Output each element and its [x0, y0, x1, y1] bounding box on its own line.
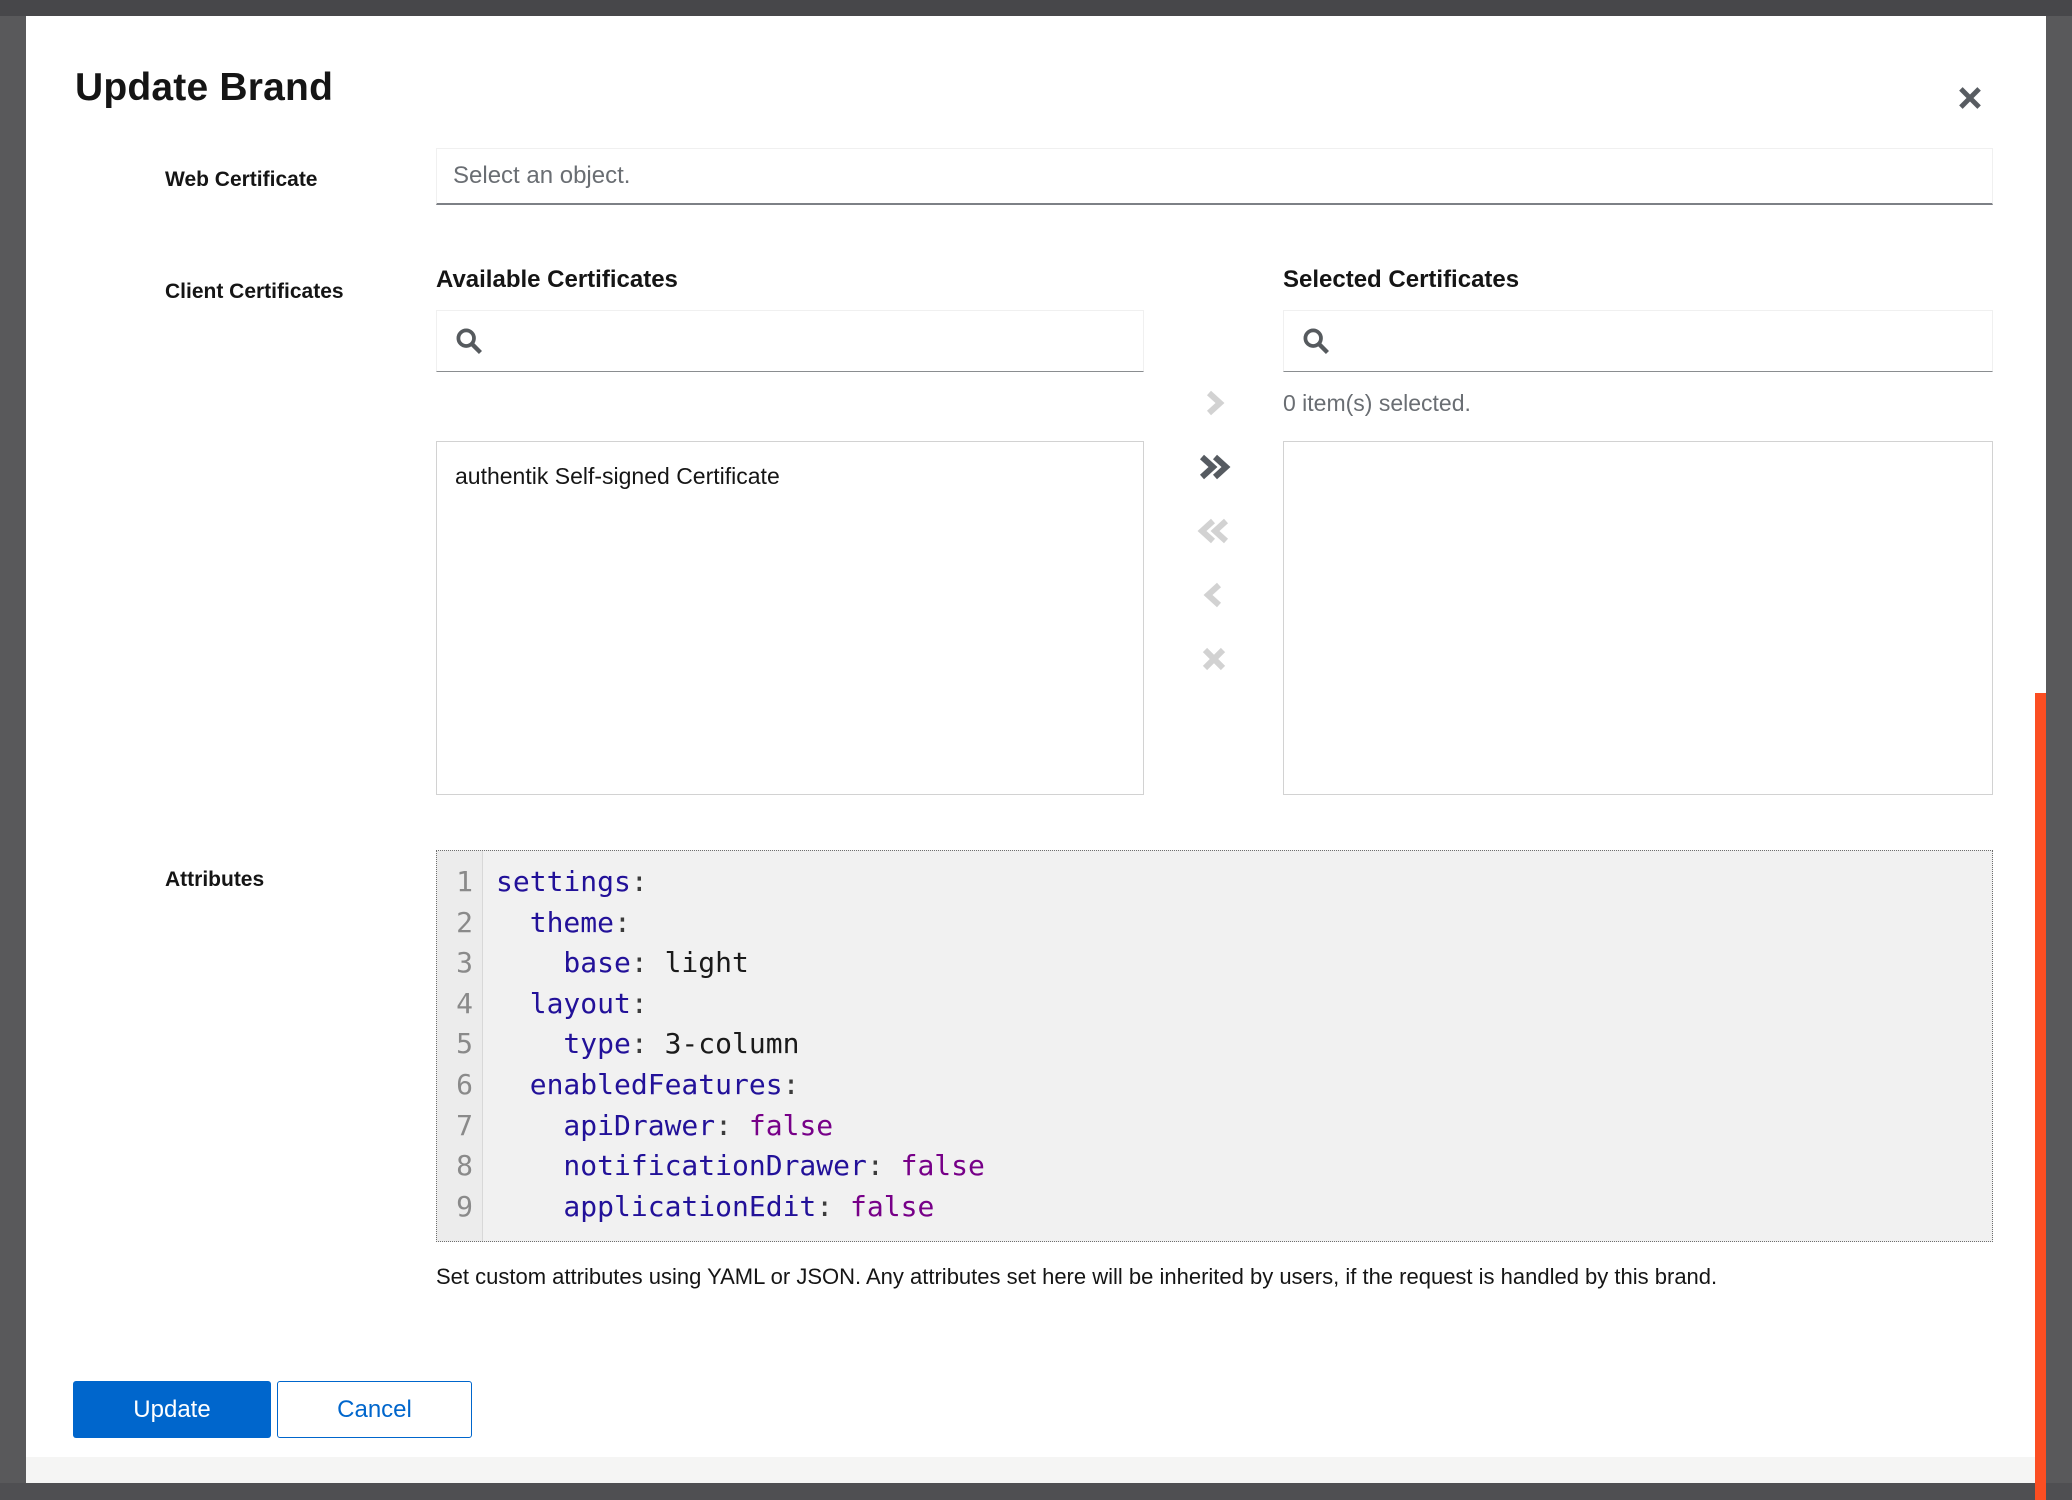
- available-certificates-heading: Available Certificates: [436, 263, 1144, 297]
- move-selected-right-button[interactable]: [1190, 379, 1238, 427]
- available-certificates-pane: Available Certificates authentik Self-si…: [436, 263, 1144, 827]
- cancel-button[interactable]: Cancel: [277, 1381, 472, 1438]
- line-number: 1: [437, 862, 482, 903]
- web-certificate-input[interactable]: [436, 148, 1993, 205]
- move-all-left-button[interactable]: [1190, 507, 1238, 555]
- modal-bottom-strip: [26, 1457, 2046, 1483]
- line-number: 4: [437, 984, 482, 1025]
- modal-title: Update Brand: [75, 66, 333, 110]
- web-certificate-label: Web Certificate: [165, 168, 318, 192]
- editor-code: settings: theme: base: light layout: typ…: [483, 851, 1992, 1241]
- selected-search-box: [1283, 310, 1993, 372]
- line-number: 3: [437, 943, 482, 984]
- angle-left-icon: [1196, 577, 1232, 613]
- selected-search-input[interactable]: [1345, 310, 1992, 372]
- code-line: type: 3-column: [496, 1024, 1992, 1065]
- selected-certificates-list: [1283, 441, 1993, 795]
- search-icon: [454, 326, 484, 356]
- close-icon: [1955, 83, 1985, 113]
- code-line: base: light: [496, 943, 1992, 984]
- attributes-label: Attributes: [165, 868, 264, 892]
- move-selected-left-button[interactable]: [1190, 571, 1238, 619]
- certificate-list-item[interactable]: authentik Self-signed Certificate: [437, 454, 1143, 499]
- angle-double-right-icon: [1194, 449, 1234, 485]
- angle-double-left-icon: [1194, 513, 1234, 549]
- line-number: 9: [437, 1187, 482, 1228]
- selected-certificates-heading: Selected Certificates: [1283, 263, 1993, 297]
- code-line: layout:: [496, 984, 1992, 1025]
- code-line: enabledFeatures:: [496, 1065, 1992, 1106]
- overlay-top-band: [0, 0, 2072, 16]
- close-button[interactable]: [1944, 72, 1996, 124]
- modal-footer: Update Cancel: [73, 1381, 472, 1438]
- line-number: 8: [437, 1146, 482, 1187]
- editor-gutter: 123456789: [437, 851, 483, 1241]
- clear-selected-button[interactable]: [1190, 635, 1238, 683]
- orange-accent-bar: [2035, 693, 2046, 1500]
- times-icon: [1196, 641, 1232, 677]
- transfer-controls: [1144, 263, 1283, 827]
- dual-list-selector: Available Certificates authentik Self-si…: [436, 263, 1993, 827]
- search-icon: [1301, 326, 1331, 356]
- overlay-bottom-band: [0, 1483, 2072, 1500]
- attributes-help-text: Set custom attributes using YAML or JSON…: [436, 1264, 1717, 1290]
- line-number: 7: [437, 1106, 482, 1147]
- update-button[interactable]: Update: [73, 1381, 271, 1438]
- code-line: applicationEdit: false: [496, 1187, 1992, 1228]
- code-line: theme:: [496, 903, 1992, 944]
- code-line: apiDrawer: false: [496, 1106, 1992, 1147]
- move-all-right-button[interactable]: [1190, 443, 1238, 491]
- available-search-input[interactable]: [498, 310, 1143, 372]
- code-line: notificationDrawer: false: [496, 1146, 1992, 1187]
- angle-right-icon: [1196, 385, 1232, 421]
- line-number: 2: [437, 903, 482, 944]
- available-certificates-list: authentik Self-signed Certificate: [436, 441, 1144, 795]
- attributes-code-editor[interactable]: 123456789 settings: theme: base: light l…: [436, 850, 1993, 1242]
- code-line: settings:: [496, 862, 1992, 903]
- selected-certificates-pane: Selected Certificates 0 item(s) selected…: [1283, 263, 1993, 827]
- client-certificates-label: Client Certificates: [165, 280, 344, 304]
- selected-count-status: 0 item(s) selected.: [1283, 388, 1993, 418]
- update-brand-modal: Update Brand Web Certificate Client Cert…: [26, 16, 2046, 1483]
- line-number: 6: [437, 1065, 482, 1106]
- available-search-box: [436, 310, 1144, 372]
- line-number: 5: [437, 1024, 482, 1065]
